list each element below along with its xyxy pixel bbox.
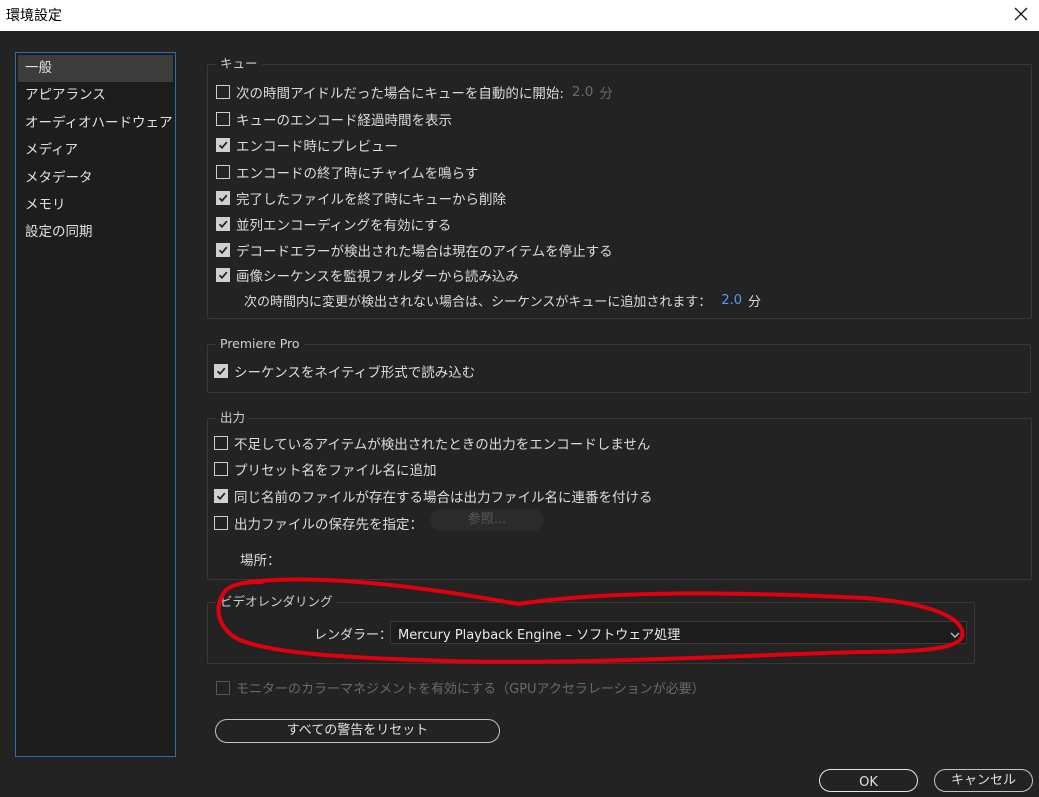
option-label: エンコード時にプレビュー <box>236 139 398 155</box>
checkbox[interactable] <box>216 243 230 257</box>
sequence-delay-label: 次の時間内に変更が検出されない場合は、シーケンスがキューに追加されます： <box>244 295 712 310</box>
queue-preview-option[interactable]: エンコード時にプレビュー <box>216 135 398 155</box>
browse-button[interactable]: 参照... <box>430 509 544 531</box>
checkbox[interactable] <box>214 364 228 378</box>
sidebar-item-metadata[interactable]: メタデータ <box>18 165 173 192</box>
checkmark-icon <box>216 492 226 501</box>
chevron-down-icon[interactable] <box>949 626 961 645</box>
checkbox[interactable] <box>216 138 230 152</box>
queue-stop-on-error-option[interactable]: デコードエラーが検出された場合は現在のアイテムを停止する <box>216 240 613 260</box>
checkmark-icon <box>218 141 228 150</box>
renderer-selected-value: Mercury Playback Engine – ソフトウェア処理 <box>398 628 681 643</box>
option-label: プリセット名をファイル名に追加 <box>234 463 437 479</box>
renderer-label-row: レンダラー： <box>314 624 392 643</box>
queue-elapsed-option[interactable]: キューのエンコード経過時間を表示 <box>216 109 452 129</box>
checkmark-icon <box>218 246 228 255</box>
ok-button[interactable]: OK <box>819 769 918 792</box>
queue-image-sequence-option[interactable]: 画像シーケンスを監視フォルダーから読み込み <box>216 265 519 285</box>
sidebar-item-label: メディア <box>25 142 79 159</box>
sequence-delay-row: 次の時間内に変更が検出されない場合は、シーケンスがキューに追加されます： 2.0… <box>244 291 761 310</box>
option-label: 次の時間アイドルだった場合にキューを自動的に開始: <box>236 86 564 102</box>
option-label: キューのエンコード経過時間を表示 <box>236 113 452 129</box>
checkbox[interactable] <box>216 680 230 695</box>
idle-minutes-unit: 分 <box>599 86 613 102</box>
sidebar-item-media[interactable]: メディア <box>18 137 173 164</box>
idle-minutes-value[interactable]: 2.0 <box>572 84 593 100</box>
option-label: モニターのカラーマネジメントを有効にする（GPUアクセラレーションが必要） <box>236 682 705 697</box>
checkbox[interactable] <box>216 191 230 205</box>
checkbox[interactable] <box>214 489 228 503</box>
increment-filename-option[interactable]: 同じ名前のファイルが存在する場合は出力ファイル名に連番を付ける <box>214 486 653 506</box>
queue-group-title: キュー <box>216 56 262 72</box>
checkbox[interactable] <box>214 436 228 450</box>
output-group-title: 出力 <box>216 410 250 426</box>
option-label: 同じ名前のファイルが存在する場合は出力ファイル名に連番を付ける <box>234 490 653 506</box>
category-sidebar: 一般 アピアランス オーディオハードウェア メディア メタデータ メモリ 設定の… <box>15 52 176 757</box>
sidebar-item-memory[interactable]: メモリ <box>18 192 173 219</box>
sequence-delay-value[interactable]: 2.0 <box>721 293 742 308</box>
checkmark-icon <box>218 271 228 280</box>
skip-missing-items-option[interactable]: 不足しているアイテムが検出されたときの出力をエンコードしません <box>214 433 650 453</box>
sidebar-item-label: メモリ <box>25 196 66 213</box>
checkbox[interactable] <box>216 112 230 126</box>
sidebar-item-label: オーディオハードウェア <box>25 114 173 131</box>
renderer-label: レンダラー： <box>314 628 393 643</box>
preset-name-option[interactable]: プリセット名をファイル名に追加 <box>214 459 437 479</box>
sidebar-item-audio-hardware[interactable]: オーディオハードウェア <box>18 110 173 137</box>
sidebar-item-label: アピアランス <box>25 87 106 104</box>
option-label: 並列エンコーディングを有効にする <box>236 218 452 234</box>
color-management-option[interactable]: モニターのカラーマネジメントを有効にする（GPUアクセラレーションが必要） <box>216 678 705 697</box>
checkmark-icon <box>216 367 226 376</box>
sidebar-item-label: メタデータ <box>25 169 93 186</box>
checkbox[interactable] <box>216 268 230 282</box>
output-destination-option[interactable]: 出力ファイルの保存先を指定： <box>214 513 423 533</box>
queue-chime-option[interactable]: エンコードの終了時にチャイムを鳴らす <box>216 162 478 182</box>
close-icon[interactable] <box>1007 0 1035 28</box>
cancel-button[interactable]: キャンセル <box>934 769 1033 792</box>
checkbox[interactable] <box>214 516 228 530</box>
option-label: 完了したファイルを終了時にキューから削除 <box>236 192 506 208</box>
option-label: 画像シーケンスを監視フォルダーから読み込み <box>236 269 519 285</box>
window-title: 環境設定 <box>6 8 62 24</box>
location-row: 場所： <box>240 549 281 569</box>
sidebar-item-general[interactable]: 一般 <box>18 55 173 83</box>
checkbox[interactable] <box>216 165 230 179</box>
queue-autostart-option[interactable]: 次の時間アイドルだった場合にキューを自動的に開始: 2.0 分 <box>216 82 613 102</box>
queue-remove-finished-option[interactable]: 完了したファイルを終了時にキューから削除 <box>216 188 506 208</box>
option-label: シーケンスをネイティブ形式で読み込む <box>234 365 476 381</box>
checkbox[interactable] <box>216 85 230 99</box>
renderer-select[interactable]: Mercury Playback Engine – ソフトウェア処理 <box>390 621 967 644</box>
video-rendering-group-title: ビデオレンダリング <box>216 594 337 610</box>
premiere-group-title: Premiere Pro <box>216 336 304 352</box>
title-bar: 環境設定 <box>0 0 1039 31</box>
location-label: 場所： <box>240 553 281 569</box>
option-label: エンコードの終了時にチャイムを鳴らす <box>236 166 479 182</box>
native-sequence-option[interactable]: シーケンスをネイティブ形式で読み込む <box>214 361 475 381</box>
sidebar-item-sync-settings[interactable]: 設定の同期 <box>18 219 173 246</box>
option-label: デコードエラーが検出された場合は現在のアイテムを停止する <box>236 244 613 260</box>
sidebar-item-label: 一般 <box>25 60 52 76</box>
option-label: 不足しているアイテムが検出されたときの出力をエンコードしません <box>234 437 651 453</box>
checkmark-icon <box>218 194 228 203</box>
option-label: 出力ファイルの保存先を指定： <box>234 517 423 533</box>
sidebar-item-appearance[interactable]: アピアランス <box>18 82 173 109</box>
checkbox[interactable] <box>214 462 228 476</box>
queue-parallel-encoding-option[interactable]: 並列エンコーディングを有効にする <box>216 214 451 234</box>
reset-warnings-button[interactable]: すべての警告をリセット <box>215 719 500 743</box>
sidebar-item-label: 設定の同期 <box>25 224 93 241</box>
checkbox[interactable] <box>216 217 230 231</box>
sequence-delay-unit: 分 <box>748 295 762 310</box>
checkmark-icon <box>218 220 228 229</box>
